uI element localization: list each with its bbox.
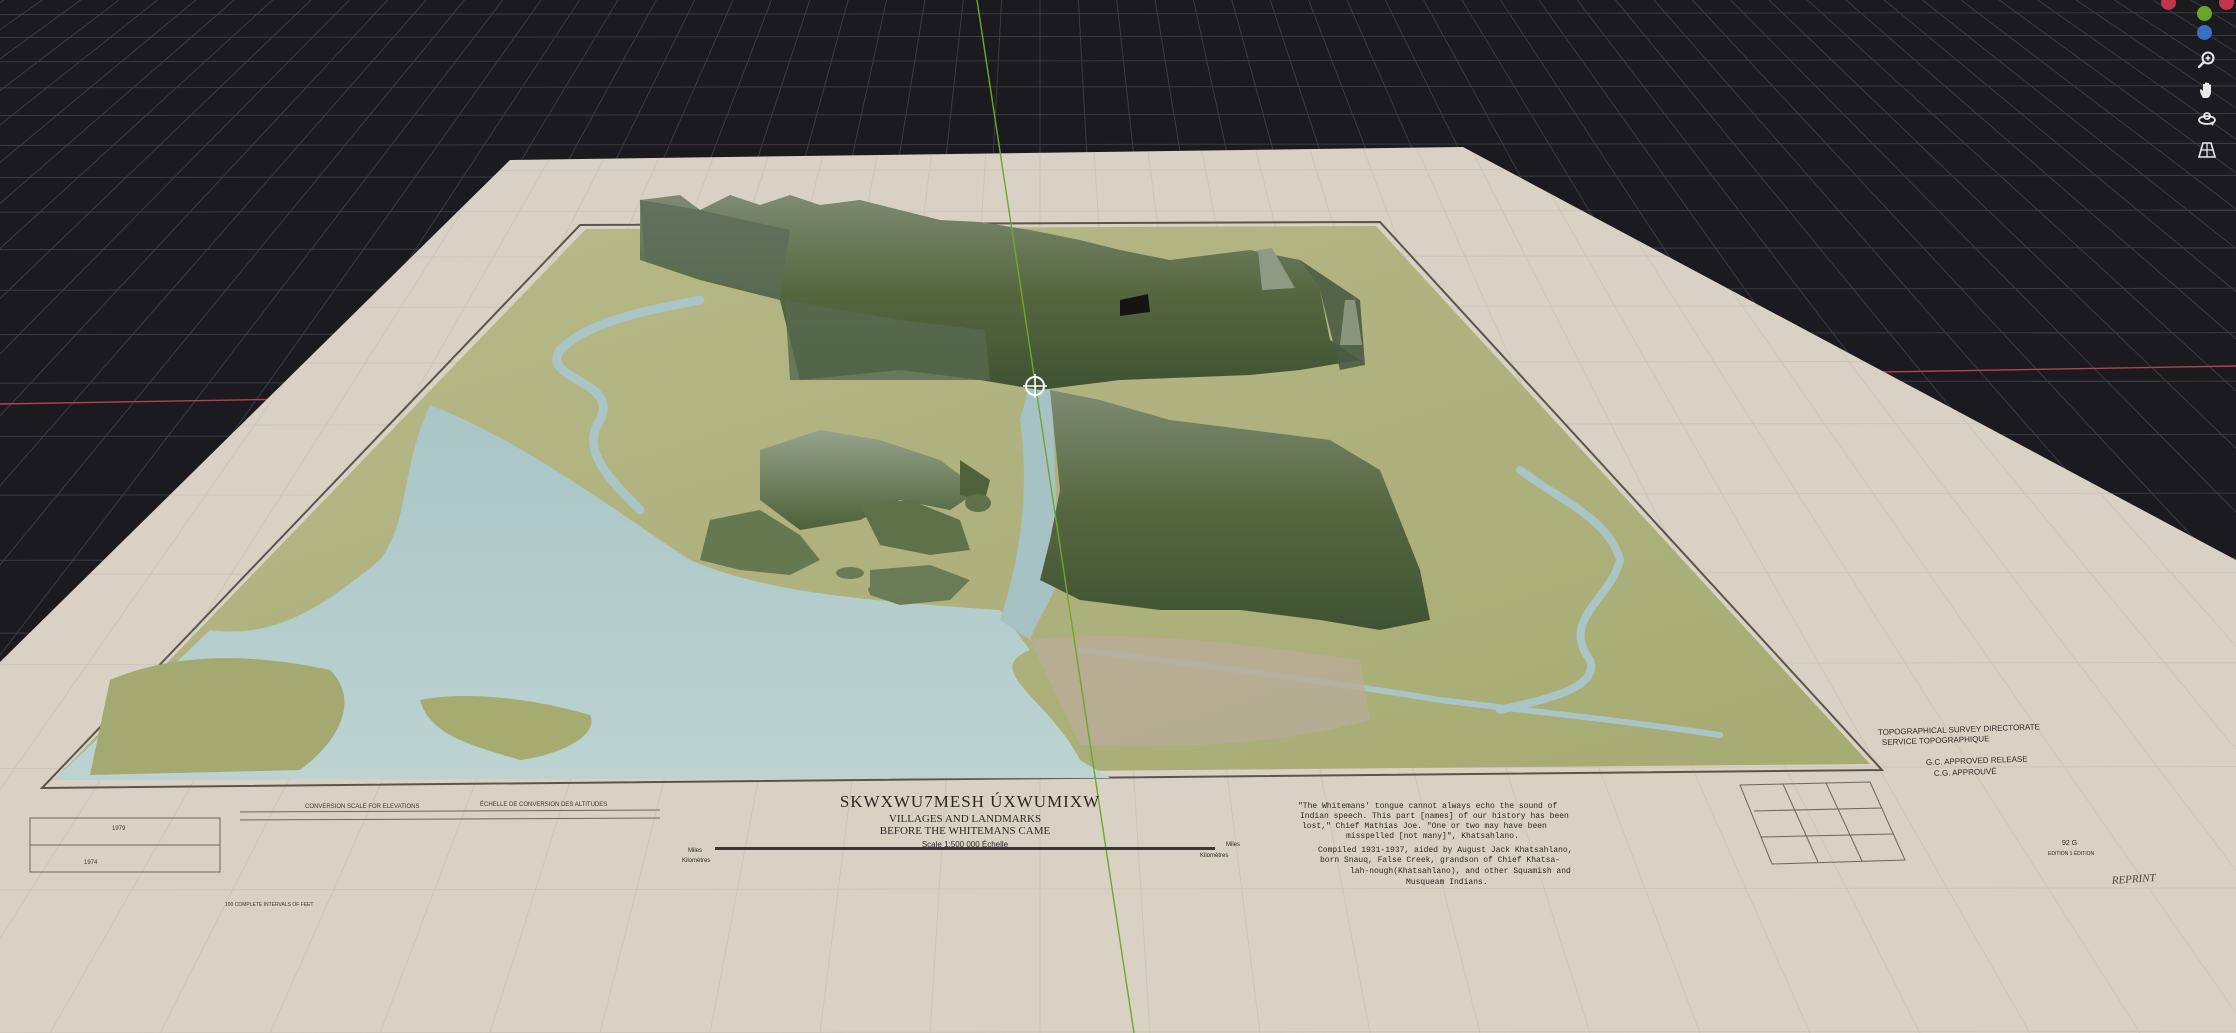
scale-left-unit: Miles [688, 848, 702, 854]
map-title: SKWXWU7MESH ÚXWUMIXW [840, 792, 1100, 811]
scale-right-km: Kilomètres [1200, 853, 1228, 859]
viewport-canvas[interactable]: SKWXWU7MESH ÚXWUMIXW VILLAGES AND LANDMA… [0, 0, 2236, 1033]
scale-left-km: Kilomètres [682, 858, 710, 864]
quote-line1: "The Whitemans' tongue cannot always ech… [1298, 802, 1557, 811]
sheet-number: 92 G [2062, 840, 2077, 847]
grid-perspective-icon [2197, 142, 2217, 158]
3d-viewport[interactable]: SKWXWU7MESH ÚXWUMIXW VILLAGES AND LANDMA… [0, 0, 2236, 1033]
left-box-upper: 1979 [112, 826, 126, 832]
compiled-line2: born Snauq, False Creek, grandson of Chi… [1320, 856, 1560, 865]
scale-bar [715, 847, 1215, 850]
map-subtitle-line1: VILLAGES AND LANDMARKS [889, 813, 1041, 825]
orbit-tool[interactable] [2192, 105, 2222, 135]
map-subtitle-line2: BEFORE THE WHITEMANS CAME [880, 825, 1051, 837]
elevation-header-right: ÉCHELLE DE CONVERSION DES ALTITUDES [480, 801, 607, 808]
compiled-line1: Compiled 1931-1937, aided by August Jack… [1318, 846, 1572, 855]
orbit-icon [2198, 112, 2216, 126]
compiled-line4: Musqueam Indians. [1406, 878, 1488, 887]
gizmo-z-dot[interactable] [2197, 25, 2212, 40]
pan-tool[interactable] [2192, 75, 2222, 105]
edition-note: EDITION 1 ÉDITION [2048, 850, 2095, 857]
perspective-tool[interactable] [2192, 135, 2222, 165]
compiled-line3: lah-nough(Khatsahlano), and other Squami… [1350, 867, 1571, 876]
gizmo-y-dot[interactable] [2197, 6, 2212, 21]
left-box-lower: 1974 [84, 860, 98, 866]
scale-right-unit: Miles [1226, 842, 1240, 848]
contour-note: 100 COMPLETE INTERVALS OF FEET [225, 902, 313, 908]
quote-line2: Indian speech. This part [names] of our … [1300, 812, 1569, 821]
quote-line3: lost," Chief Mathias Joe. "One or two ma… [1302, 822, 1547, 831]
zoom-icon [2197, 51, 2215, 69]
elevation-header-left: CONVERSION SCALE FOR ELEVATIONS [305, 804, 419, 810]
map-island-southwest [90, 658, 345, 775]
hand-icon [2200, 82, 2211, 98]
quote-line4: misspelled [not many]", Khatsahlano. [1346, 832, 1519, 841]
zoom-tool[interactable] [2192, 45, 2222, 75]
